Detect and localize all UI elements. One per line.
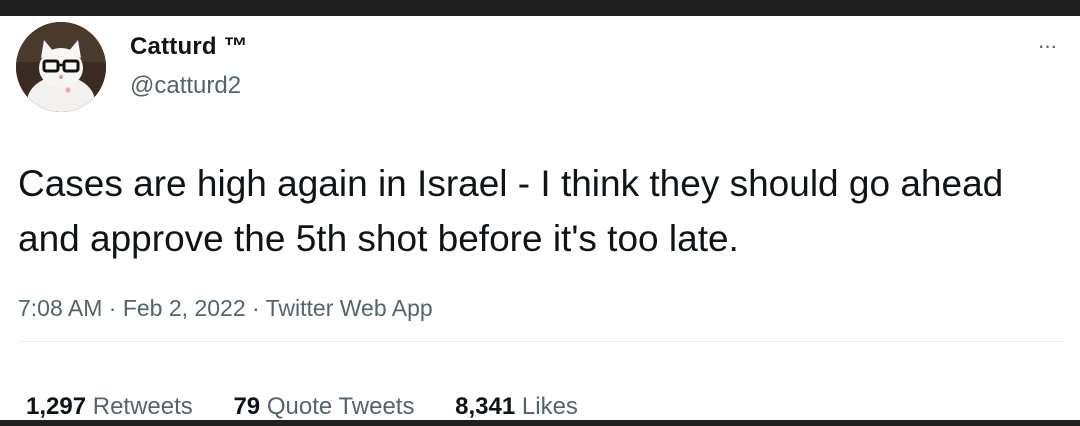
tweet-time[interactable]: 7:08 AM	[18, 295, 102, 321]
quote-tweets-count: 79	[233, 393, 261, 420]
tweet-text: Cases are high again in Israel - I think…	[18, 163, 1004, 259]
engagement-stats: 1,297 Retweets 79 Quote Tweets 8,341 Lik…	[26, 393, 612, 421]
cat-avatar-icon	[16, 22, 106, 112]
bottom-edge	[0, 420, 1080, 426]
display-name[interactable]: Catturd ™	[130, 33, 248, 61]
meta-separator: ·	[102, 295, 123, 321]
likes-label: Likes	[521, 393, 578, 420]
retweets-label: Retweets	[92, 393, 193, 420]
tweet-source[interactable]: Twitter Web App	[266, 295, 433, 321]
tweet-card: Catturd ™ @catturd2 ··· Cases are high a…	[0, 16, 1080, 420]
divider	[18, 341, 1064, 342]
quote-tweets-stat[interactable]: 79 Quote Tweets	[233, 393, 414, 421]
user-handle[interactable]: @catturd2	[130, 72, 241, 100]
more-options-icon[interactable]: ···	[1030, 34, 1064, 58]
avatar[interactable]	[16, 22, 106, 112]
meta-separator: ·	[245, 295, 266, 321]
retweets-stat[interactable]: 1,297 Retweets	[26, 393, 193, 421]
likes-stat[interactable]: 8,341 Likes	[455, 393, 578, 421]
quote-tweets-label: Quote Tweets	[266, 393, 415, 420]
tweet-metadata: 7:08 AM · Feb 2, 2022 · Twitter Web App	[18, 295, 433, 322]
retweets-count: 1,297	[26, 393, 87, 420]
likes-count: 8,341	[455, 393, 516, 420]
tweet-date[interactable]: Feb 2, 2022	[123, 295, 246, 321]
